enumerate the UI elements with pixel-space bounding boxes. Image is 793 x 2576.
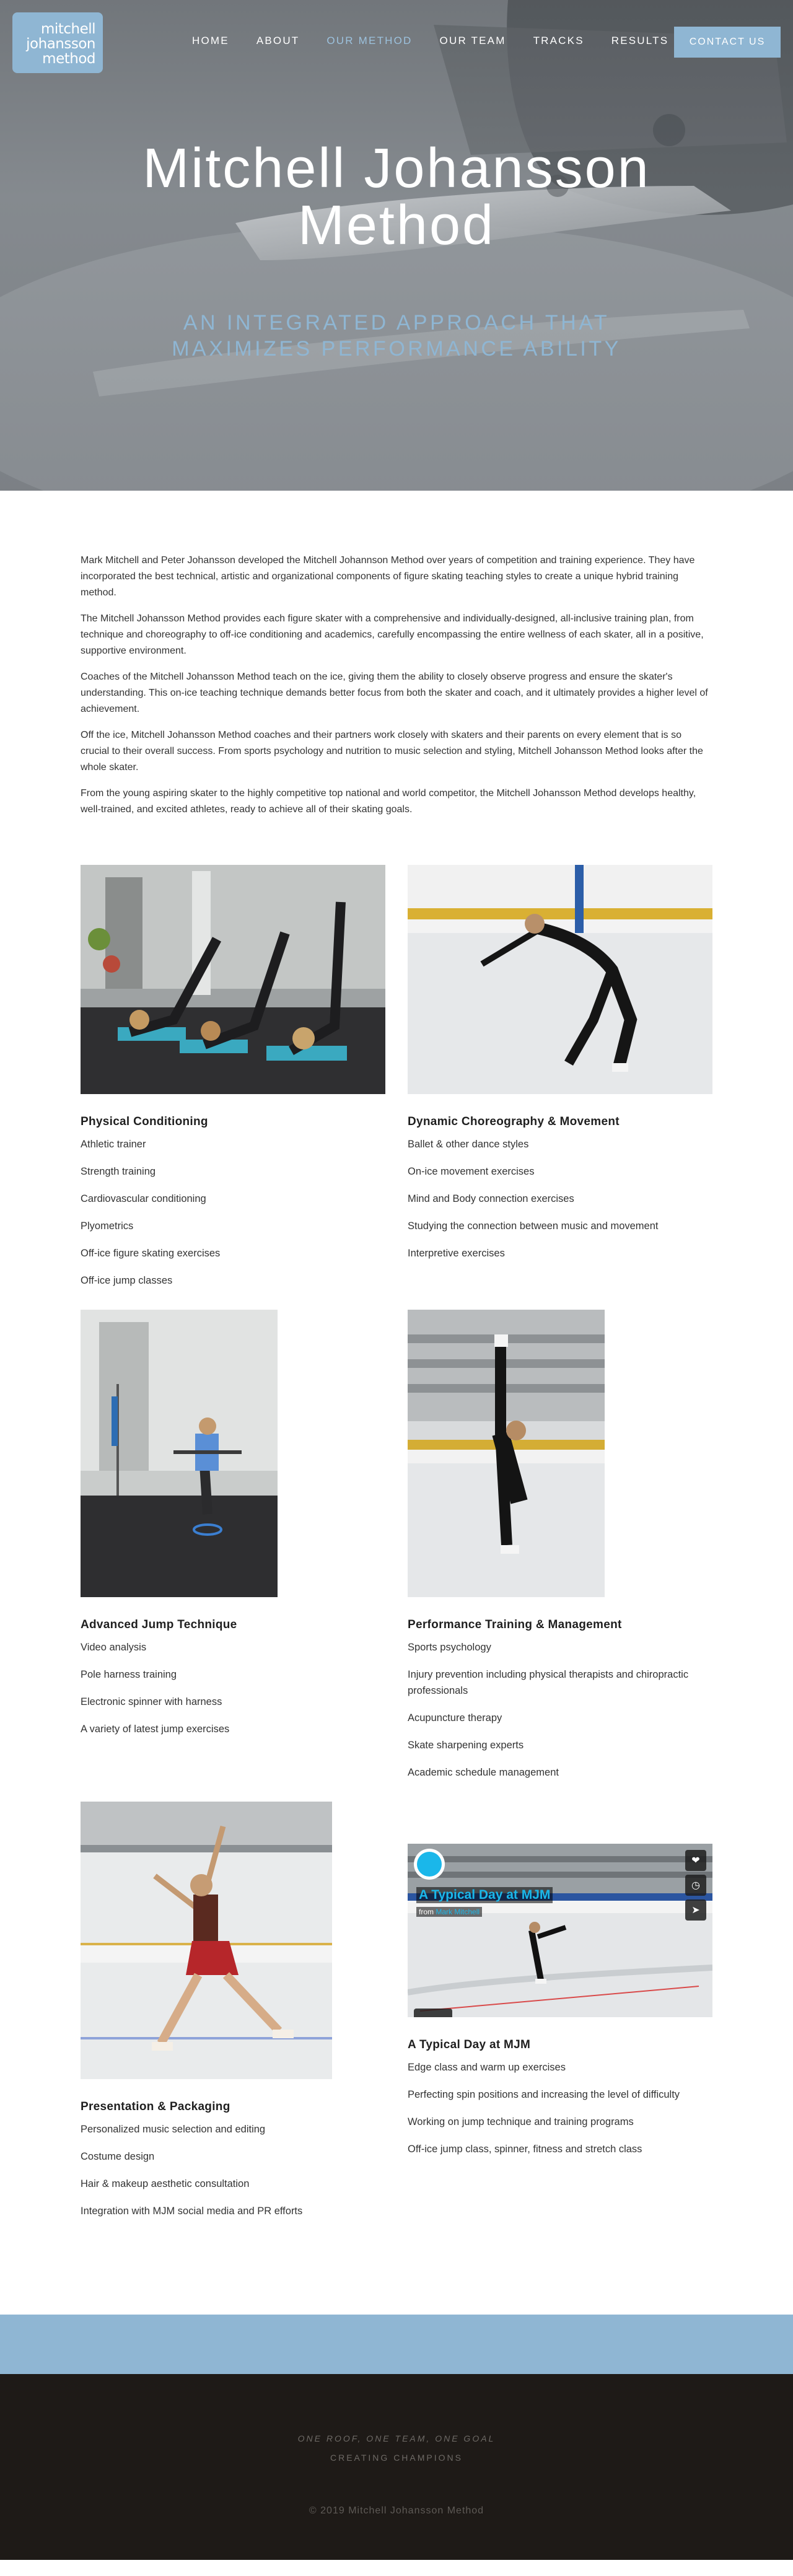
list-item: On-ice movement exercises: [408, 1166, 535, 1177]
list-item: Perfecting spin positions and increasing…: [408, 2089, 680, 2100]
feature-list: Video analysis Pole harness training Ele…: [81, 1639, 385, 1737]
page-title: Mitchell Johansson Method: [0, 140, 793, 254]
footer-tagline: ONE ROOF, ONE TEAM, ONE GOAL: [297, 2434, 496, 2443]
intro-paragraph: From the young aspiring skater to the hi…: [81, 788, 696, 815]
list-item: Costume design: [81, 2151, 155, 2162]
page-title-line-2: Method: [297, 195, 496, 256]
feature-typical-day: A Typical Day at MJM from Mark Mitchell …: [408, 1802, 712, 2230]
feature-dynamic-choreography: Dynamic Choreography & Movement Ballet &…: [408, 865, 712, 1300]
video-byline: from Mark Mitchell: [416, 1907, 483, 1917]
nav-home[interactable]: HOME: [192, 35, 229, 47]
intro-paragraph: Off the ice, Mitchell Johansson Method c…: [81, 730, 703, 773]
list-item: Off-ice jump classes: [81, 1275, 173, 1286]
intro-paragraph: Coaches of the Mitchell Johansson Method…: [81, 672, 708, 714]
video-from-prefix: from: [419, 1908, 434, 1916]
list-item: Academic schedule management: [408, 1767, 559, 1778]
video-author-link[interactable]: Mark Mitchell: [436, 1908, 480, 1916]
list-item: Off-ice figure skating exercises: [81, 1248, 221, 1259]
nav-tracks[interactable]: TRACKS: [533, 35, 584, 47]
list-item: Pole harness training: [81, 1669, 177, 1680]
page-subtitle-line-1: AN INTEGRATED APPROACH THAT: [183, 311, 610, 335]
list-item: Integration with MJM social media and PR…: [81, 2206, 303, 2217]
nav-about[interactable]: ABOUT: [256, 35, 300, 47]
logo-line-2: johansson: [26, 36, 95, 52]
list-item: Sports psychology: [408, 1642, 491, 1653]
feature-row: Advanced Jump Technique Video analysis P…: [81, 1310, 712, 1792]
feature-presentation: Presentation & Packaging Personalized mu…: [81, 1802, 385, 2230]
nav-results[interactable]: RESULTS: [611, 35, 669, 47]
list-item: Plyometrics: [81, 1220, 134, 1232]
feature-title: Presentation & Packaging: [81, 2100, 230, 2113]
feature-physical-conditioning: Physical Conditioning Athletic trainer S…: [81, 865, 385, 1300]
list-item: Ballet & other dance styles: [408, 1139, 529, 1150]
intro-paragraph: Mark Mitchell and Peter Johansson develo…: [81, 555, 695, 598]
footer-copyright: © 2019 Mitchell Johansson Method: [309, 2505, 484, 2516]
logo-line-3: method: [42, 51, 95, 67]
heart-icon[interactable]: ❤: [685, 1850, 706, 1871]
feature-title: Performance Training & Management: [408, 1618, 622, 1631]
feature-list: Edge class and warm up exercises Perfect…: [408, 2059, 712, 2157]
accent-band: [0, 2315, 793, 2374]
main-nav: HOME ABOUT OUR METHOD OUR TEAM TRACKS RE…: [192, 35, 696, 47]
list-item: A variety of latest jump exercises: [81, 1724, 230, 1735]
page-title-line-1: Mitchell Johansson: [142, 138, 651, 199]
feature-row: Physical Conditioning Athletic trainer S…: [81, 865, 712, 1300]
video-overlay: A Typical Day at MJM from Mark Mitchell …: [408, 1844, 712, 2017]
feature-list: Athletic trainer Strength training Cardi…: [81, 1136, 385, 1289]
footer-slogan: CREATING CHAMPIONS: [330, 2453, 463, 2463]
feature-title: A Typical Day at MJM: [408, 2038, 531, 2051]
logo-line-1: mitchell: [41, 21, 95, 37]
list-item: Skate sharpening experts: [408, 1740, 524, 1751]
list-item: Off-ice jump class, spinner, fitness and…: [408, 2144, 642, 2155]
site-footer: ONE ROOF, ONE TEAM, ONE GOAL CREATING CH…: [0, 2374, 793, 2560]
feature-list: Ballet & other dance styles On-ice movem…: [408, 1136, 712, 1261]
page-subtitle: AN INTEGRATED APPROACH THAT MAXIMIZES PE…: [0, 310, 793, 362]
list-item: Mind and Body connection exercises: [408, 1193, 574, 1204]
list-item: Strength training: [81, 1166, 156, 1177]
intro-section: Mark Mitchell and Peter Johansson develo…: [81, 491, 712, 818]
contact-us-button[interactable]: CONTACT US: [674, 27, 781, 58]
hero-section: mitchell johansson method HOME ABOUT OUR…: [0, 0, 793, 491]
list-item: Studying the connection between music an…: [408, 1220, 659, 1232]
choreography-photo: [408, 865, 712, 1094]
feature-performance-training: Performance Training & Management Sports…: [408, 1310, 712, 1792]
paper-plane-icon[interactable]: ➤: [685, 1899, 706, 1921]
list-item: Cardiovascular conditioning: [81, 1193, 206, 1204]
list-item: Athletic trainer: [81, 1139, 146, 1150]
feature-title: Advanced Jump Technique: [81, 1618, 237, 1631]
presentation-photo: [81, 1802, 332, 2079]
jump-technique-photo: [81, 1310, 278, 1597]
feature-advanced-jump: Advanced Jump Technique Video analysis P…: [81, 1310, 385, 1792]
features-section: Physical Conditioning Athletic trainer S…: [81, 828, 712, 2230]
list-item: Injury prevention including physical the…: [408, 1669, 689, 1696]
intro-paragraph: The Mitchell Johansson Method provides e…: [81, 613, 704, 656]
list-item: Edge class and warm up exercises: [408, 2062, 566, 2073]
feature-title: Physical Conditioning: [81, 1115, 208, 1128]
list-item: Video analysis: [81, 1642, 147, 1653]
list-item: Working on jump technique and training p…: [408, 2116, 634, 2127]
feature-list: Sports psychology Injury prevention incl…: [408, 1639, 712, 1781]
list-item: Acupuncture therapy: [408, 1712, 502, 1724]
play-button[interactable]: [414, 2009, 452, 2017]
nav-our-method[interactable]: OUR METHOD: [326, 35, 412, 47]
feature-title: Dynamic Choreography & Movement: [408, 1115, 620, 1128]
video-player[interactable]: A Typical Day at MJM from Mark Mitchell …: [408, 1844, 712, 2017]
list-item: Hair & makeup aesthetic consultation: [81, 2178, 250, 2189]
video-spacer: [408, 1802, 712, 1844]
video-title[interactable]: A Typical Day at MJM: [416, 1887, 553, 1903]
feature-list: Personalized music selection and editing…: [81, 2121, 385, 2219]
channel-avatar[interactable]: [414, 1849, 445, 1880]
feature-row: Presentation & Packaging Personalized mu…: [81, 1802, 712, 2230]
list-item: Electronic spinner with harness: [81, 1696, 222, 1707]
list-item: Interpretive exercises: [408, 1248, 505, 1259]
performance-photo: [408, 1310, 605, 1597]
clock-icon[interactable]: ◷: [685, 1875, 706, 1896]
physical-conditioning-photo: [81, 865, 385, 1094]
list-item: Personalized music selection and editing: [81, 2124, 266, 2135]
site-logo[interactable]: mitchell johansson method: [12, 12, 103, 73]
page-subtitle-line-2: MAXIMIZES PERFORMANCE ABILITY: [172, 337, 621, 361]
nav-our-team[interactable]: OUR TEAM: [440, 35, 506, 47]
